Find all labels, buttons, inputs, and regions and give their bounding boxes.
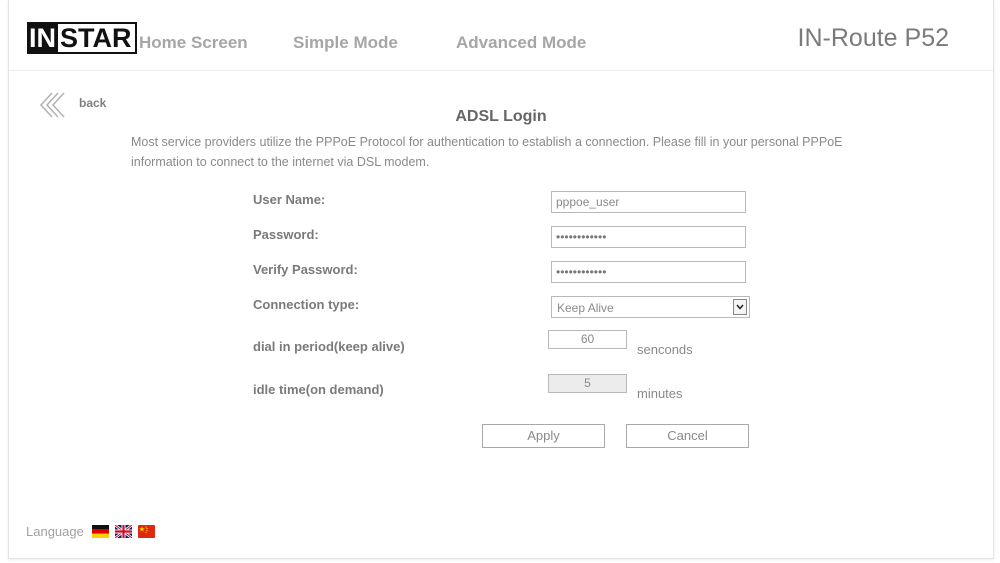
user-name-input[interactable]: pppoe_user bbox=[551, 191, 746, 213]
password-input[interactable]: •••••••••••• bbox=[551, 226, 746, 248]
page-frame: IN STAR Home Screen Simple Mode Advanced … bbox=[8, 0, 994, 559]
connection-type-value: Keep Alive bbox=[557, 301, 614, 315]
german-flag-icon[interactable] bbox=[91, 525, 109, 538]
nav-home-screen[interactable]: Home Screen bbox=[139, 33, 248, 53]
apply-button[interactable]: Apply bbox=[482, 424, 605, 448]
idle-time-input: 5 bbox=[548, 374, 627, 393]
verify-password-label: Verify Password: bbox=[253, 262, 358, 277]
instar-logo[interactable]: IN STAR bbox=[27, 22, 137, 54]
dial-period-label: dial in period(keep alive) bbox=[253, 339, 405, 354]
page-title: ADSL Login bbox=[455, 108, 547, 125]
idle-time-label: idle time(on demand) bbox=[253, 382, 384, 397]
china-flag-icon[interactable] bbox=[137, 525, 155, 538]
connection-type-select[interactable]: Keep Alive bbox=[551, 296, 750, 318]
language-label: Language bbox=[26, 524, 84, 539]
nav-simple-mode[interactable]: Simple Mode bbox=[293, 33, 398, 53]
dial-period-input[interactable]: 60 bbox=[548, 330, 627, 349]
connection-type-label: Connection type: bbox=[253, 297, 360, 312]
uk-flag-icon[interactable] bbox=[114, 523, 133, 540]
cancel-button[interactable]: Cancel bbox=[626, 424, 749, 448]
verify-password-input[interactable]: •••••••••••• bbox=[551, 261, 746, 283]
idle-time-unit: minutes bbox=[637, 386, 683, 401]
page-description: Most service providers utilize the PPPoE… bbox=[131, 135, 843, 169]
chevron-down-icon[interactable] bbox=[733, 299, 747, 315]
logo-part-star: STAR bbox=[58, 22, 137, 54]
nav-advanced-mode[interactable]: Advanced Mode bbox=[456, 33, 586, 53]
header: IN STAR Home Screen Simple Mode Advanced … bbox=[9, 0, 993, 71]
language-selector: Language bbox=[26, 523, 155, 540]
user-name-label: User Name: bbox=[253, 192, 326, 207]
password-label: Password: bbox=[253, 227, 319, 242]
logo-part-in: IN bbox=[27, 22, 58, 54]
dial-period-unit: senconds bbox=[637, 342, 693, 357]
product-name: IN-Route P52 bbox=[797, 24, 949, 52]
